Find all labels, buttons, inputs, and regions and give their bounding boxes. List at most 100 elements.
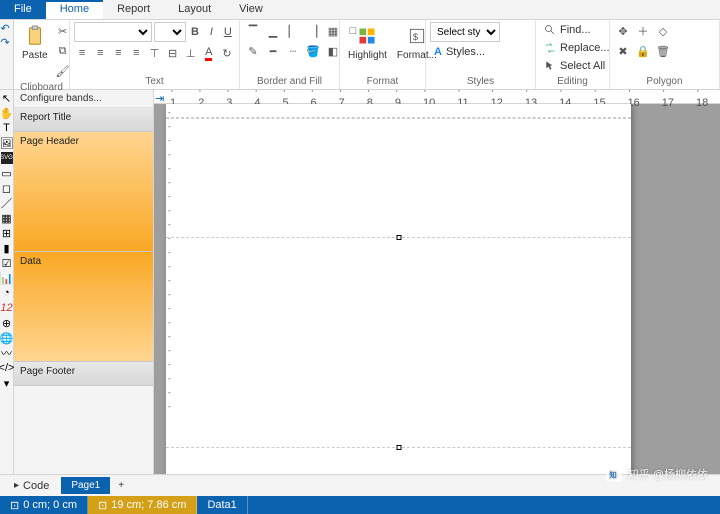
band-data[interactable]: Data — [14, 252, 153, 362]
line-width-icon[interactable]: ━ — [264, 42, 282, 60]
status-pos1: ⊡ 0 cm; 0 cm — [0, 496, 88, 514]
map-tool-icon[interactable]: 🌐 — [1, 332, 13, 344]
valign-mid-icon[interactable]: ⊟ — [165, 44, 181, 62]
rotate-icon[interactable]: ↻ — [219, 44, 235, 62]
add-page-button[interactable]: + — [112, 477, 130, 494]
svg-text:$: $ — [413, 32, 418, 42]
chart-tool-icon[interactable]: 📊 — [1, 272, 13, 284]
barcode-tool-icon[interactable]: ▮ — [1, 242, 13, 254]
subreport-tool-icon[interactable]: ▦ — [1, 212, 13, 224]
page-tabs: ▸ Code Page1 + — [0, 474, 720, 496]
band-page-footer[interactable]: Page Footer — [14, 362, 153, 386]
group-label-editing: Editing — [540, 74, 605, 89]
cross-tool-icon[interactable]: ⊕ — [1, 317, 13, 329]
border-right-icon[interactable]: ▕ — [304, 22, 322, 40]
align-justify-icon[interactable]: ≡ — [128, 44, 144, 62]
more-tool-icon[interactable]: ▾ — [1, 377, 13, 389]
hand-tool-icon[interactable]: ✋ — [1, 107, 13, 119]
report-page[interactable]: ---------------------- — [166, 104, 631, 474]
style-select[interactable]: Select style — [430, 22, 500, 42]
del-point-icon[interactable]: ✖ — [614, 42, 632, 60]
group-label-border: Border and Fill — [244, 74, 335, 89]
table-tool-icon[interactable]: ⊞ — [1, 227, 13, 239]
find-button[interactable]: Find... — [540, 22, 614, 38]
canvas-area: ⇥ · 1· 2· 3· 4· 5· 6· 7· 8· 9· 10· 11· 1… — [154, 90, 720, 474]
quick-access: ↶ ↷ — [0, 20, 14, 89]
gauge-tool-icon[interactable]: ◔ — [1, 287, 13, 299]
band-report-title[interactable]: Report Title — [14, 108, 153, 132]
section-data[interactable] — [166, 238, 631, 448]
text-tool-icon[interactable]: T — [1, 122, 13, 134]
html-tool-icon[interactable]: </> — [1, 362, 13, 374]
brush-icon[interactable]: 🖌 — [54, 62, 72, 80]
replace-icon — [544, 42, 556, 54]
ribbon: ↶ ↷ Paste ✂ ⧉ 🖌 Clipboard B I U — [0, 20, 720, 90]
align-right-icon[interactable]: ≡ — [110, 44, 126, 62]
poly-tool-icon[interactable]: ◇ — [654, 22, 672, 40]
undo-icon[interactable]: ↶ — [1, 22, 13, 34]
section-page-header[interactable] — [166, 118, 631, 238]
redo-icon[interactable]: ↷ — [1, 36, 13, 48]
line-style-icon[interactable]: ┈ — [284, 42, 302, 60]
page-surface[interactable]: ---------------------- — [154, 104, 720, 474]
picture-tool-icon[interactable]: 🖼 — [1, 137, 13, 149]
move-icon[interactable]: ✥ — [614, 22, 632, 40]
align-center-icon[interactable]: ≡ — [92, 44, 108, 62]
border-bot-icon[interactable]: ▁ — [264, 22, 282, 40]
highlight-button[interactable]: Highlight — [344, 22, 391, 63]
section-report-title[interactable] — [166, 104, 631, 118]
bold-icon[interactable]: B — [188, 23, 202, 41]
tab-file[interactable]: File — [0, 0, 46, 19]
cursor-icon — [544, 60, 556, 72]
tab-layout[interactable]: Layout — [164, 0, 225, 19]
valign-top-icon[interactable]: ⊤ — [146, 44, 162, 62]
sparkline-tool-icon[interactable]: 〰 — [1, 347, 13, 359]
styles-button[interactable]: AStyles... — [430, 44, 500, 60]
expand-ruler-icon[interactable]: ⇥ — [155, 92, 165, 102]
band-tool-icon[interactable]: ▭ — [1, 167, 13, 179]
band-panel: Configure bands... Report Title Page Hea… — [14, 90, 154, 474]
valign-bot-icon[interactable]: ⊥ — [183, 44, 199, 62]
tab-page1[interactable]: Page1 — [61, 477, 110, 494]
resize-handle[interactable] — [396, 445, 401, 450]
align-left-icon[interactable]: ≡ — [74, 44, 90, 62]
group-label-text: Text — [74, 74, 235, 89]
menubar: File Home Report Layout View — [0, 0, 720, 20]
font-size-select[interactable] — [154, 22, 186, 42]
pointer-tool-icon[interactable]: ↖ — [1, 92, 13, 104]
add-point-icon[interactable]: ＋ — [634, 22, 652, 40]
line-tool-icon[interactable]: ／ — [1, 197, 13, 209]
status-data: Data1 — [197, 496, 247, 514]
paste-button[interactable]: Paste — [18, 22, 52, 63]
fill-color-icon[interactable]: 🪣 — [304, 42, 322, 60]
font-family-select[interactable] — [74, 22, 152, 42]
tab-report[interactable]: Report — [103, 0, 164, 19]
highlight-icon — [355, 24, 379, 48]
underline-icon[interactable]: U — [221, 23, 235, 41]
tab-view[interactable]: View — [225, 0, 277, 19]
line-color-icon[interactable]: ✎ — [244, 42, 262, 60]
delete-icon[interactable]: 🗑 — [654, 42, 672, 60]
border-top-icon[interactable]: ▔ — [244, 22, 262, 40]
shape-tool-icon[interactable]: ◻ — [1, 182, 13, 194]
magnifier-icon — [544, 24, 556, 36]
configure-bands-link[interactable]: Configure bands... — [14, 90, 153, 108]
replace-button[interactable]: Replace... — [540, 40, 614, 56]
copy-icon[interactable]: ⧉ — [54, 42, 72, 60]
check-tool-icon[interactable]: ☑ — [1, 257, 13, 269]
select-all-button[interactable]: Select All — [540, 58, 614, 74]
italic-icon[interactable]: I — [204, 23, 218, 41]
group-label-format: Format — [344, 74, 421, 89]
band-page-header[interactable]: Page Header — [14, 132, 153, 252]
border-left-icon[interactable]: ▏ — [284, 22, 302, 40]
tab-code[interactable]: ▸ Code — [4, 477, 59, 495]
lock-icon[interactable]: 🔒 — [634, 42, 652, 60]
status-bar: ⊡ 0 cm; 0 cm ⊡ 19 cm; 7.86 cm Data1 — [0, 496, 720, 514]
rich-tool-icon[interactable]: 12 — [1, 302, 13, 314]
font-color-icon[interactable]: A — [201, 44, 217, 62]
toolbox: ↖ ✋ T 🖼 SVG ▭ ◻ ／ ▦ ⊞ ▮ ☑ 📊 ◔ 12 ⊕ 🌐 〰 <… — [0, 90, 14, 474]
group-label-polygon: Polygon — [614, 74, 715, 89]
cut-icon[interactable]: ✂ — [54, 22, 72, 40]
tab-home[interactable]: Home — [46, 0, 103, 19]
svg-tool-icon[interactable]: SVG — [1, 152, 13, 164]
